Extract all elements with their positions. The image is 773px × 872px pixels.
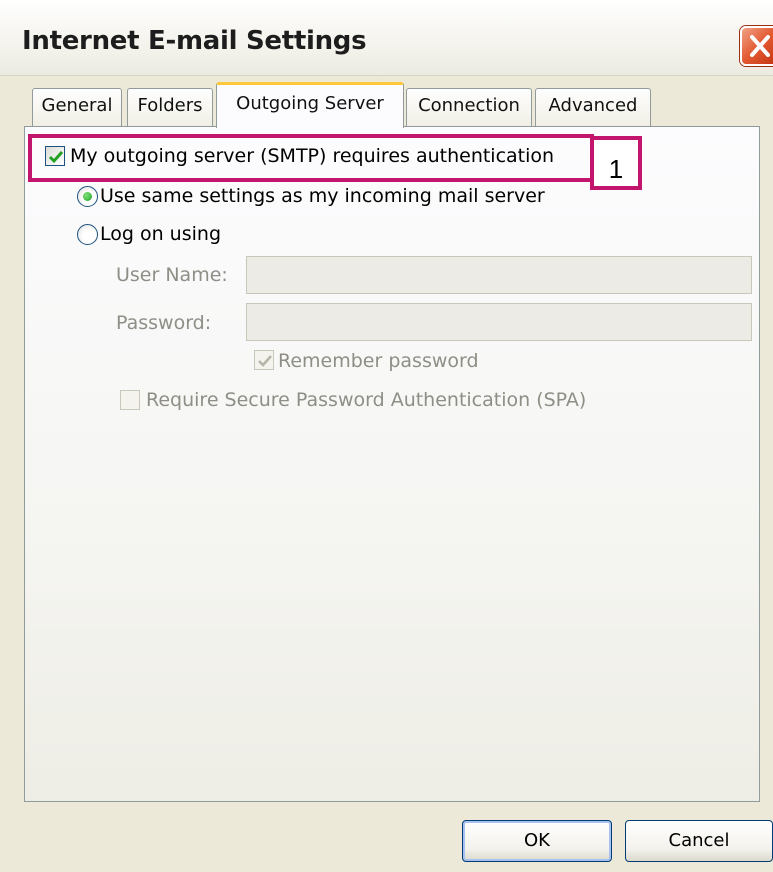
- tab-general[interactable]: General: [32, 88, 122, 126]
- spa-label[interactable]: Require Secure Password Authentication (…: [146, 389, 586, 411]
- tab-folders[interactable]: Folders: [127, 88, 213, 126]
- password-field[interactable]: [246, 303, 752, 341]
- password-label: Password:: [116, 312, 212, 334]
- log-on-using-radio[interactable]: [77, 224, 98, 245]
- ok-button[interactable]: OK: [462, 820, 612, 862]
- tab-outgoing-server[interactable]: Outgoing Server: [216, 82, 404, 128]
- remember-password-label[interactable]: Remember password: [278, 350, 479, 372]
- checkmark-icon: [258, 355, 272, 367]
- tab-advanced[interactable]: Advanced: [535, 88, 651, 126]
- close-button[interactable]: [740, 26, 773, 66]
- cancel-button[interactable]: Cancel: [625, 820, 773, 862]
- close-icon: [750, 35, 770, 57]
- use-same-settings-radio[interactable]: [77, 186, 98, 207]
- remember-password-checkbox[interactable]: [254, 350, 274, 370]
- log-on-using-label[interactable]: Log on using: [100, 223, 221, 245]
- username-label: User Name:: [116, 264, 228, 286]
- username-field[interactable]: [246, 256, 752, 294]
- tab-connection[interactable]: Connection: [406, 88, 532, 126]
- annotation-callout: 1: [590, 136, 642, 190]
- radio-selected-dot-icon: [83, 192, 92, 201]
- title-bar[interactable]: Internet E-mail Settings: [0, 0, 773, 76]
- internet-email-settings-dialog: Internet E-mail Settings General Folders…: [0, 0, 773, 872]
- annotation-highlight-box: [28, 134, 594, 182]
- spa-checkbox[interactable]: [120, 390, 140, 410]
- window-title: Internet E-mail Settings: [22, 26, 367, 56]
- use-same-settings-label[interactable]: Use same settings as my incoming mail se…: [100, 185, 545, 207]
